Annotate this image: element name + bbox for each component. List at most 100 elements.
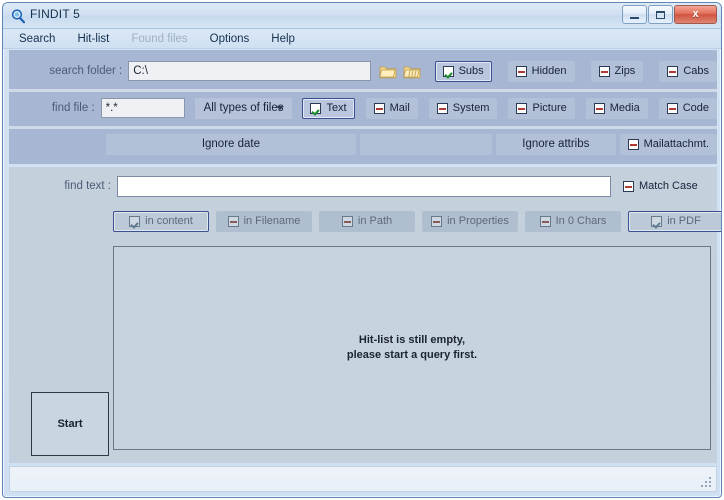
checked-icon [442,65,454,77]
scope-button-in-content-label: in content [145,215,193,227]
hit-list-area[interactable]: Hit-list is still empty, please start a … [113,246,711,450]
close-button[interactable]: x [674,5,717,24]
window-frame: FINDIT 5 x Search Hit-list Found files O… [2,2,722,498]
checkbox-mail-label: Mail [389,102,410,114]
ignore-date-bar[interactable]: Ignore date [106,133,356,155]
scope-button-in-content[interactable]: in content [113,210,209,232]
search-criteria-panel: search folder : C:\ Subs Hidden Zips Cab… [9,50,717,164]
checkbox-cabs[interactable]: Cabs [659,60,717,82]
search-folder-label: search folder : [49,65,123,77]
start-button[interactable]: Start [31,392,109,456]
unchecked-icon [593,102,605,114]
scope-button-in-chars-label: In 0 Chars [555,215,607,227]
checkbox-match-case-label: Match Case [639,180,698,192]
chevron-down-icon [276,106,285,110]
status-bar [9,466,717,492]
scope-button-in-chars[interactable]: In 0 Chars [525,210,621,232]
menu-item-found-files: Found files [131,32,188,45]
checkbox-cabs-label: Cabs [683,65,709,77]
folder-icon[interactable] [379,64,397,79]
window-controls: x [622,5,717,24]
checkbox-subs-label: Subs [458,65,484,77]
find-text-row: find text : Match Case [9,173,717,199]
unchecked-icon [515,65,527,77]
window-title: FINDIT 5 [30,7,81,21]
unchecked-icon [431,215,443,227]
unchecked-icon [667,65,679,77]
maximize-button[interactable] [648,5,673,24]
menu-item-options[interactable]: Options [210,33,250,45]
hit-list-empty-message: Hit-list is still empty, please start a … [346,334,478,361]
unchecked-icon [373,102,385,114]
checkbox-subs[interactable]: Subs [434,60,492,82]
filetype-dropdown[interactable]: All types of files [194,97,293,119]
unchecked-icon [516,102,528,114]
results-panel: find text : Match Case in content in Fil… [9,167,721,463]
filetype-dropdown-value: All types of files [203,102,284,114]
scope-button-in-properties[interactable]: in Properties [422,210,518,232]
unchecked-icon [598,65,610,77]
checked-icon [310,102,322,114]
minimize-button[interactable] [622,5,647,24]
menu-item-search[interactable]: Search [19,33,55,45]
checkbox-media[interactable]: Media [585,97,648,119]
scope-buttons-row: in content in Filename in Path in Proper… [9,209,721,233]
row-divider [9,89,717,92]
checkbox-text-label: Text [326,102,347,114]
scope-button-in-properties-label: in Properties [447,215,509,227]
close-icon: x [692,8,699,20]
checkbox-picture[interactable]: Picture [508,97,575,119]
scope-button-in-path-label: in Path [357,215,393,227]
checked-icon [651,215,663,227]
checked-icon [129,215,141,227]
resize-grip[interactable] [701,477,713,489]
checkbox-hidden[interactable]: Hidden [507,60,575,82]
checkbox-system-label: System [452,102,490,114]
ignore-row: Ignore date Ignore attribs Mailattachmt. [9,132,717,156]
unchecked-icon [341,215,353,227]
checkbox-match-case[interactable]: Match Case [615,176,706,197]
checkbox-mail[interactable]: Mail [365,97,418,119]
find-file-input[interactable] [100,98,185,118]
checkbox-mailattachment[interactable]: Mailattachmt. [619,133,717,155]
search-folder-input[interactable] [128,61,371,81]
scope-button-in-pdf[interactable]: in PDF [628,210,721,232]
checkbox-zips[interactable]: Zips [590,60,644,82]
row-divider [9,126,717,129]
unchecked-icon [627,138,639,150]
application-window: FINDIT 5 x Search Hit-list Found files O… [0,0,724,500]
multi-folder-icon[interactable] [403,64,421,79]
ignore-attribs-bar[interactable]: Ignore attribs [496,133,616,155]
unchecked-icon [666,102,678,114]
search-folder-row: search folder : C:\ Subs Hidden Zips Cab… [9,58,717,84]
menu-bar: Search Hit-list Found files Options Help [3,29,721,49]
checkbox-code[interactable]: Code [658,97,717,119]
unchecked-icon [539,215,551,227]
scope-button-in-pdf-label: in PDF [667,215,701,227]
ignore-spacer-bar [359,133,493,155]
magnifier-icon [10,8,26,24]
checkbox-picture-label: Picture [532,102,567,114]
checkbox-text[interactable]: Text [302,97,355,119]
minimize-icon [630,16,639,19]
scope-button-in-filename-label: in Filename [243,215,301,227]
checkbox-code-label: Code [682,102,709,114]
checkbox-zips-label: Zips [614,65,636,77]
find-text-input[interactable] [117,175,611,197]
checkbox-mailattachment-label: Mailattachmt. [643,138,709,150]
unchecked-icon [227,215,239,227]
checkbox-media-label: Media [609,102,640,114]
scope-button-in-filename[interactable]: in Filename [216,210,312,232]
menu-item-hit-list[interactable]: Hit-list [77,33,109,45]
checkbox-hidden-label: Hidden [531,65,567,77]
find-file-row: find file : All types of files Text Mail… [9,95,717,121]
scope-button-in-path[interactable]: in Path [319,210,415,232]
unchecked-icon [623,180,634,192]
find-file-label: find file : [51,102,95,114]
find-text-label: find text : [64,180,111,192]
maximize-icon [656,10,665,19]
title-bar: FINDIT 5 x [3,3,721,29]
unchecked-icon [436,102,448,114]
menu-item-help[interactable]: Help [271,33,295,45]
checkbox-system[interactable]: System [428,97,498,119]
